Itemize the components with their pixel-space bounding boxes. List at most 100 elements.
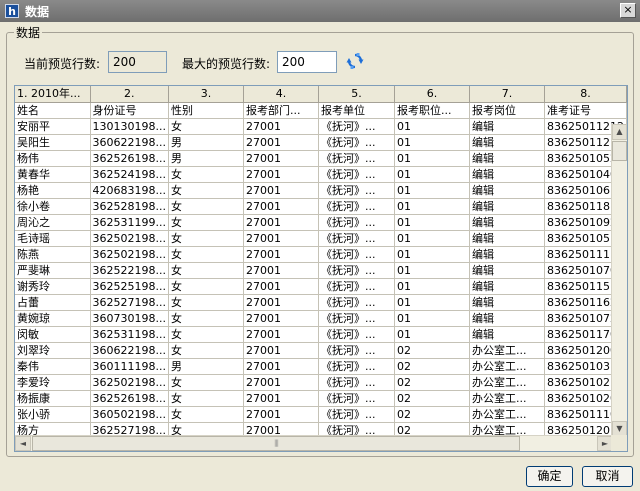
table-row-cell[interactable]: 02 [394,374,470,391]
table-row-cell[interactable]: 01 [394,326,470,343]
column-index-row-cell[interactable]: 7. [469,86,545,103]
table-row-cell[interactable]: 徐小卷 [15,198,91,215]
table-row-cell[interactable]: 编辑 [469,230,545,247]
table-row-cell[interactable]: 男 [168,134,244,151]
table-row-cell[interactable]: 01 [394,214,470,231]
table-row-cell[interactable]: 女 [168,262,244,279]
table-row-cell[interactable]: 严斐琳 [15,262,91,279]
table-row-cell[interactable]: 360502198... [90,406,169,423]
table-row-cell[interactable]: 27001 [243,118,319,135]
table-row-cell[interactable]: 女 [168,166,244,183]
table-row-cell[interactable]: 编辑 [469,214,545,231]
table-row-cell[interactable]: 女 [168,198,244,215]
table-row-cell[interactable]: 编辑 [469,246,545,263]
table-row-cell[interactable]: 编辑 [469,166,545,183]
table-row-cell[interactable]: 27001 [243,246,319,263]
table-row-cell[interactable]: 《抚河》... [318,230,395,247]
table-row-cell[interactable]: 周沁之 [15,214,91,231]
table-row-cell[interactable]: 360622198... [90,342,169,359]
table-row-cell[interactable]: 360111198... [90,358,169,375]
column-header-row-cell[interactable]: 报考单位 [318,102,395,119]
table-row-cell[interactable]: 女 [168,182,244,199]
column-index-row-cell[interactable]: 4. [243,86,319,103]
table-row-cell[interactable]: 办公室工... [469,374,545,391]
table-row-cell[interactable]: 办公室工... [469,342,545,359]
table-row-cell[interactable]: 27001 [243,374,319,391]
table-row-cell[interactable]: 女 [168,342,244,359]
column-index-row-cell[interactable]: 8. [544,86,627,103]
table-row-cell[interactable]: 01 [394,118,470,135]
table-row-cell[interactable]: 360730198... [90,310,169,327]
table-row-cell[interactable]: 《抚河》... [318,342,395,359]
column-header-row-cell[interactable]: 姓名 [15,102,91,119]
column-header-row-cell[interactable]: 性别 [168,102,244,119]
column-index-row-cell[interactable]: 5. [318,86,395,103]
table-row-cell[interactable]: 编辑 [469,134,545,151]
table-row-cell[interactable]: 女 [168,326,244,343]
table-row-cell[interactable]: 办公室工... [469,358,545,375]
table-row-cell[interactable]: 27001 [243,230,319,247]
vertical-scrollbar[interactable]: ▲ ▼ [611,124,627,437]
table-row-cell[interactable]: 《抚河》... [318,182,395,199]
table-row-cell[interactable]: 办公室工... [469,406,545,423]
column-header-row-cell[interactable]: 报考岗位 [469,102,545,119]
table-row-cell[interactable]: 01 [394,310,470,327]
table-row-cell[interactable]: 编辑 [469,278,545,295]
table-row-cell[interactable]: 362502198... [90,230,169,247]
table-row-cell[interactable]: 27001 [243,294,319,311]
table-row-cell[interactable]: 编辑 [469,150,545,167]
table-row-cell[interactable]: 《抚河》... [318,310,395,327]
table-row-cell[interactable]: 27001 [243,406,319,423]
column-header-row-cell[interactable]: 报考部门... [243,102,319,119]
refresh-icon[interactable] [346,52,364,70]
table-row-cell[interactable]: 27001 [243,278,319,295]
table-row-cell[interactable]: 27001 [243,358,319,375]
table-row-cell[interactable]: 27001 [243,326,319,343]
ok-button[interactable]: 确定 [526,466,573,487]
table-row-cell[interactable]: 《抚河》... [318,262,395,279]
table-row-cell[interactable]: 360622198... [90,134,169,151]
table-row-cell[interactable]: 01 [394,150,470,167]
table-row-cell[interactable]: 27001 [243,310,319,327]
horizontal-scroll-thumb[interactable]: ||| [32,436,520,451]
table-row-cell[interactable]: 吴阳生 [15,134,91,151]
table-row-cell[interactable]: 《抚河》... [318,118,395,135]
table-row-cell[interactable]: 毛诗瑶 [15,230,91,247]
table-row-cell[interactable]: 张小骄 [15,406,91,423]
table-row-cell[interactable]: 闵敏 [15,326,91,343]
table-row-cell[interactable]: 刘翠玲 [15,342,91,359]
table-row-cell[interactable]: 420683198... [90,182,169,199]
table-row-cell[interactable]: 02 [394,390,470,407]
data-preview-grid[interactable]: 1. 2010年... 2. 3. 4. 5. 6. 7. 8. 姓名 身份证号 性别 报考部门...… [14,85,628,452]
table-row-cell[interactable]: 《抚河》... [318,278,395,295]
table-row-cell[interactable]: 办公室工... [469,390,545,407]
column-header-row-cell[interactable]: 报考职位... [394,102,470,119]
table-row-cell[interactable]: 女 [168,230,244,247]
table-row-cell[interactable]: 女 [168,294,244,311]
table-row-cell[interactable]: 编辑 [469,198,545,215]
table-row-cell[interactable]: 编辑 [469,310,545,327]
table-row-cell[interactable]: 01 [394,294,470,311]
table-row-cell[interactable]: 01 [394,198,470,215]
table-row-cell[interactable]: 女 [168,390,244,407]
cancel-button[interactable]: 取消 [582,466,633,487]
column-index-row-cell[interactable]: 3. [168,86,244,103]
table-row-cell[interactable]: 362525198... [90,278,169,295]
table-row-cell[interactable]: 女 [168,278,244,295]
max-preview-rows-input[interactable]: 200 [277,51,337,73]
table-row-cell[interactable]: 01 [394,230,470,247]
table-row-cell[interactable]: 27001 [243,182,319,199]
table-row-cell[interactable]: 362531199... [90,214,169,231]
table-row-cell[interactable]: 362526198... [90,150,169,167]
table-row-cell[interactable]: 362522198... [90,262,169,279]
table-row-cell[interactable]: 编辑 [469,294,545,311]
table-row-cell[interactable]: 362526198... [90,390,169,407]
table-row-cell[interactable]: 362527198... [90,294,169,311]
table-row-cell[interactable]: 女 [168,310,244,327]
table-row-cell[interactable]: 男 [168,150,244,167]
table-row-cell[interactable]: 01 [394,262,470,279]
table-row-cell[interactable]: 谢秀玲 [15,278,91,295]
column-header-row-cell[interactable]: 准考证号 [544,102,627,119]
column-index-row-cell[interactable]: 1. 2010年... [15,86,91,103]
table-row-cell[interactable]: 02 [394,342,470,359]
